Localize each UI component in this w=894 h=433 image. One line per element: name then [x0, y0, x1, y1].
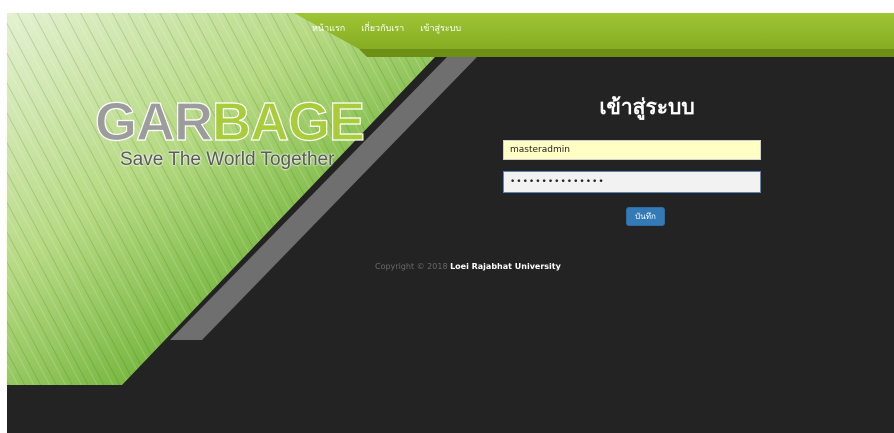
garbage-logo: GARBAGE [94, 92, 365, 152]
top-navigation: หน้าแรก เกี่ยวกับเรา เข้าสู่ระบบ [312, 17, 461, 39]
hero-background [7, 13, 894, 433]
nav-link-login[interactable]: เข้าสู่ระบบ [420, 21, 461, 35]
copyright-footer: Copyright © 2018 Loei Rajabhat Universit… [375, 262, 561, 271]
copyright-text: Copyright © 2018 [375, 262, 451, 271]
username-field[interactable] [503, 140, 761, 160]
logo-text-gar: GAR [94, 92, 213, 152]
password-field[interactable] [503, 171, 761, 193]
page-stage: หน้าแรก เกี่ยวกับเรา เข้าสู่ระบบ GARBAGE… [7, 13, 894, 433]
login-title: เข้าสู่ระบบ [599, 95, 695, 119]
nav-link-home[interactable]: หน้าแรก [312, 21, 345, 35]
nav-link-about[interactable]: เกี่ยวกับเรา [361, 21, 404, 35]
organization-name: Loei Rajabhat University [450, 262, 561, 271]
logo-text-bage: BAGE [211, 92, 365, 152]
logo-tagline: Save The World Together [120, 149, 335, 170]
save-button[interactable]: บันทึก [626, 207, 665, 226]
